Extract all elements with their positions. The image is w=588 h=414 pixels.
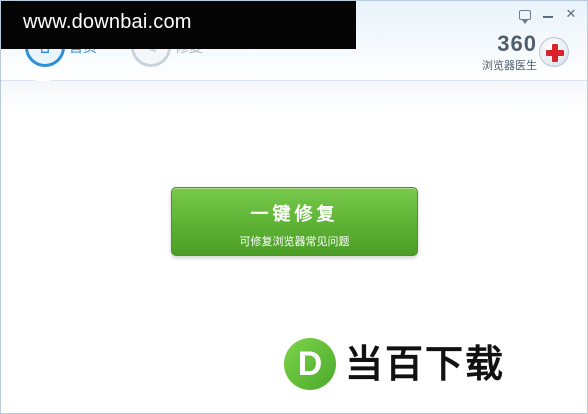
- close-icon: ✕: [565, 7, 577, 22]
- active-tab-pointer: [35, 73, 51, 81]
- brand-name: 浏览器医生: [482, 59, 537, 72]
- watermark-text: www.downbai.com: [23, 11, 192, 33]
- one-click-repair-button[interactable]: 一键修复 可修复浏览器常见问题: [171, 187, 418, 256]
- minimize-icon: [543, 16, 553, 18]
- header-shade: [1, 81, 587, 111]
- site-logo-letter: D: [297, 344, 323, 383]
- brand-number: 360: [497, 31, 537, 56]
- feedback-icon: [519, 10, 531, 24]
- repair-button-subtitle: 可修复浏览器常见问题: [239, 235, 350, 248]
- app-window: ⌂ 首页 ✎ 修复 www.downbai.com ✕ 360 浏览器医生 一键…: [0, 0, 588, 414]
- feedback-button[interactable]: [517, 7, 533, 24]
- site-logo-mark: D: [284, 338, 336, 390]
- medical-cross-icon: [539, 37, 569, 67]
- window-controls: ✕: [517, 7, 579, 24]
- repair-button-title: 一键修复: [250, 204, 339, 225]
- site-logo: D 当百下载: [235, 309, 587, 413]
- watermark-banner: www.downbai.com: [1, 1, 356, 49]
- site-logo-text: 当百下载: [345, 342, 506, 386]
- brand: 360 浏览器医生: [482, 33, 537, 73]
- close-button[interactable]: ✕: [563, 7, 579, 23]
- minimize-button[interactable]: [540, 7, 556, 23]
